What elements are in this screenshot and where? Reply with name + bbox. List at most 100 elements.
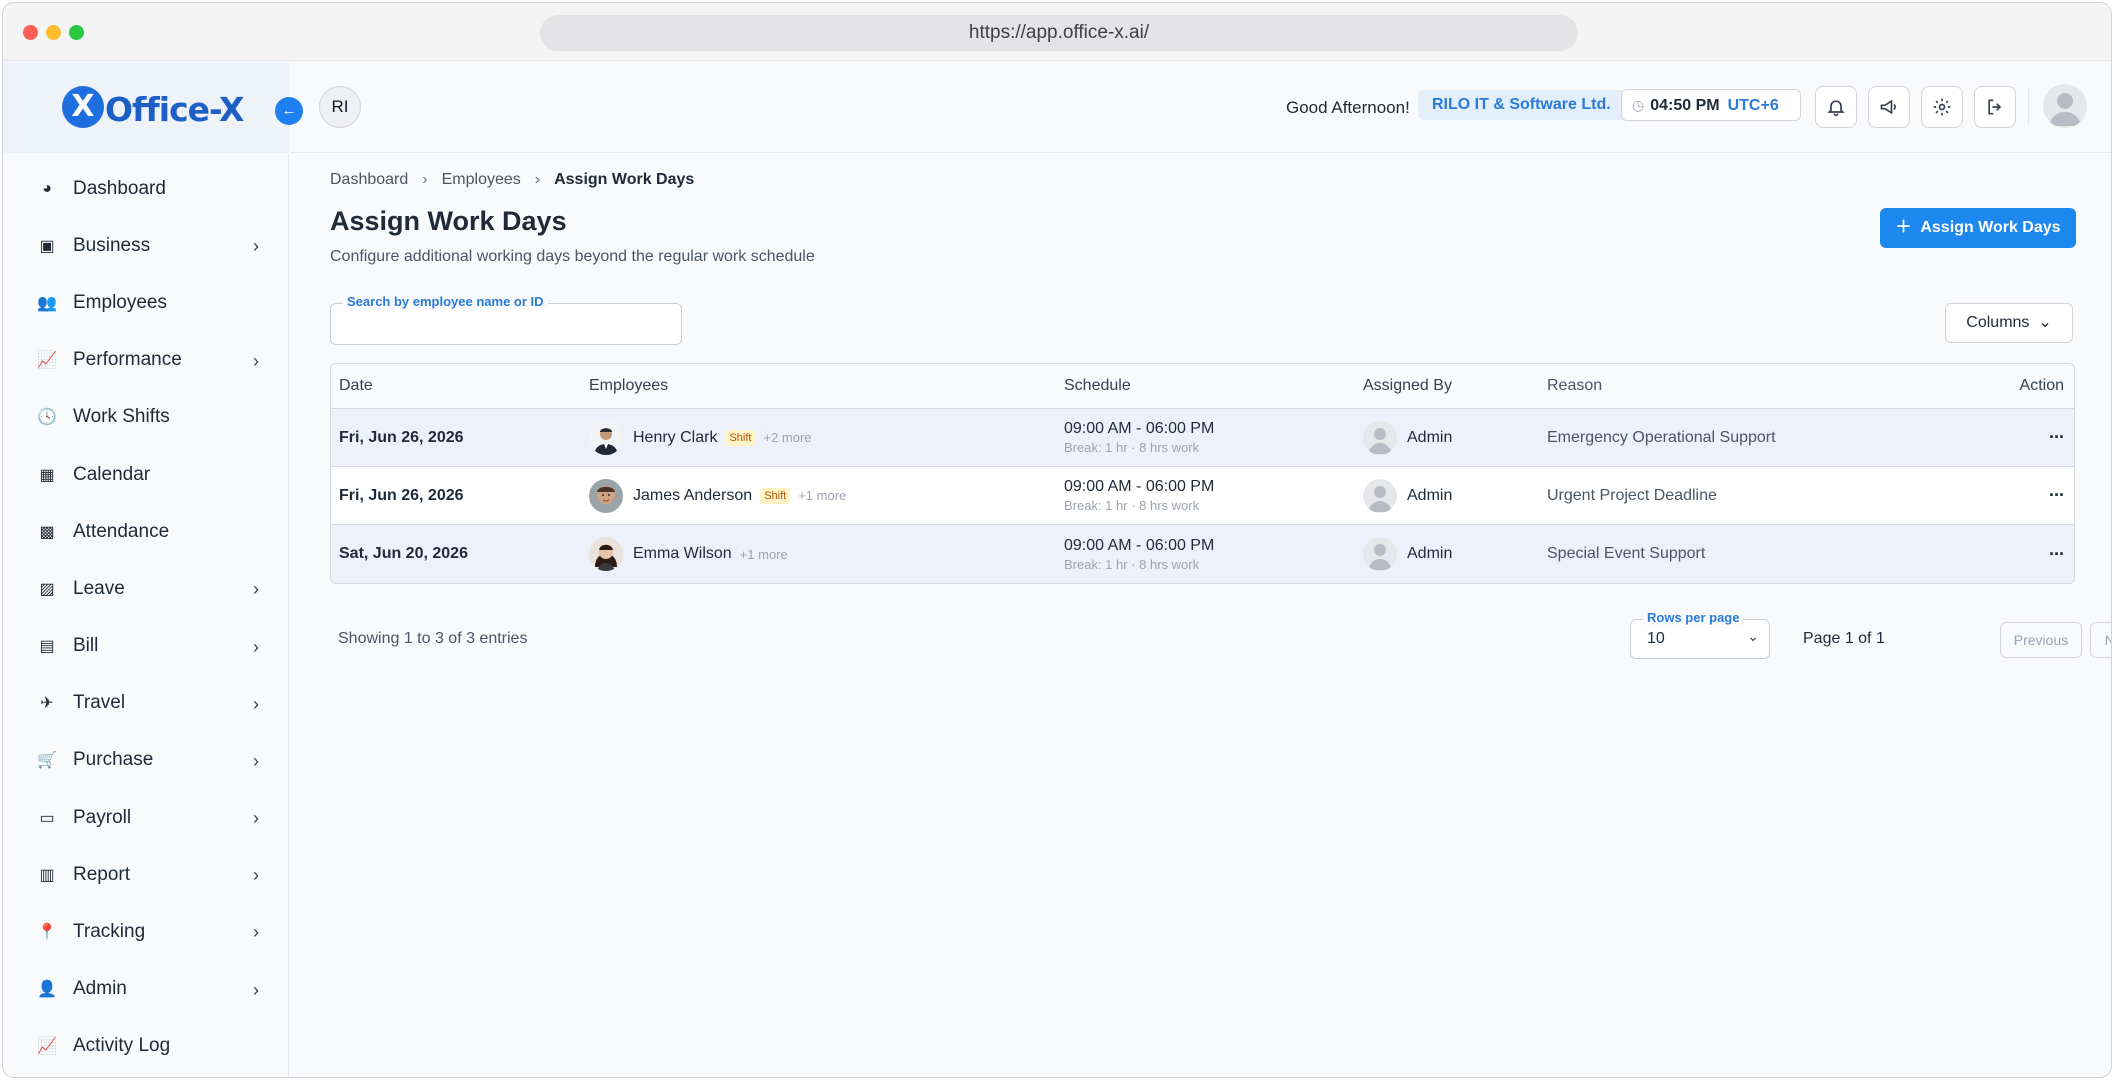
logout-icon	[1985, 96, 2005, 117]
sidebar-item-payroll[interactable]: ▭ Payroll ›	[3, 789, 289, 846]
table-row[interactable]: Fri, Jun 26, 2026 James Anderson Shift +1 m…	[331, 467, 2074, 525]
table-row[interactable]: Sat, Jun 20, 2026 Emma Wilson +1 more 09:00…	[331, 525, 2074, 583]
sidebar-item-label: Bill	[73, 635, 99, 657]
workspace-avatar[interactable]: RI	[319, 86, 361, 128]
sidebar-item-activity-log[interactable]: 📈 Activity Log	[3, 1018, 289, 1075]
greeting-text: Good Afternoon!	[1286, 98, 1410, 117]
employee-avatar	[589, 478, 623, 513]
sidebar-item-employees[interactable]: 👥 Employees	[3, 274, 289, 331]
employee-name[interactable]: Emma Wilson	[633, 545, 732, 563]
user-avatar[interactable]	[2043, 84, 2087, 128]
settings-button[interactable]	[1921, 86, 1963, 128]
employee-name[interactable]: James Anderson	[633, 487, 752, 505]
sidebar-item-label: Travel	[73, 692, 126, 714]
page-subtitle: Configure additional working days beyond…	[330, 248, 815, 265]
more-actions-icon[interactable]: ···	[2049, 544, 2065, 564]
sidebar-item-travel[interactable]: ✈ Travel ›	[3, 675, 289, 732]
users-icon: 👥	[37, 294, 57, 312]
sidebar-item-bill[interactable]: ▤ Bill ›	[3, 618, 289, 675]
sidebar: X Office-X ◕ Dashboard ▣ Business › 👥 Employee…	[3, 62, 289, 1077]
header-schedule[interactable]: Schedule	[1056, 377, 1355, 395]
search-input[interactable]	[343, 314, 663, 331]
browser-window: https://app.office-x.ai/ X Office-X ◕ Das…	[2, 2, 2112, 1078]
close-window-button[interactable]	[23, 25, 38, 40]
file-plus-icon: ▥	[39, 866, 55, 884]
logo-text: Office-X	[105, 90, 244, 129]
header-date[interactable]: Date	[331, 377, 581, 395]
sidebar-item-label: Activity Log	[73, 1035, 171, 1057]
sidebar-item-performance[interactable]: 📈 Performance ›	[3, 332, 289, 389]
briefcase-icon: ▣	[39, 237, 55, 255]
sidebar-item-calendar[interactable]: ▦ Calendar	[3, 446, 289, 503]
chart-line-icon: 📈	[37, 352, 57, 370]
previous-page-button[interactable]: Previous	[2000, 622, 2082, 658]
page-info: Page 1 of 1	[1803, 630, 1885, 647]
collapse-sidebar-button[interactable]: ←	[275, 97, 303, 125]
row-action: ···	[1989, 427, 2074, 448]
sidebar-item-purchase[interactable]: 🛒 Purchase ›	[3, 732, 289, 789]
address-bar[interactable]: https://app.office-x.ai/	[540, 15, 1578, 51]
sidebar-item-label: Calendar	[73, 463, 151, 485]
sidebar-item-admin[interactable]: 👤 Admin ›	[3, 961, 289, 1018]
announcements-button[interactable]	[1868, 86, 1910, 128]
more-employees[interactable]: +2 more	[763, 430, 811, 445]
chevron-right-icon: ›	[253, 693, 259, 714]
chevron-right-icon: ›	[422, 171, 428, 188]
calendar-icon: ▦	[39, 466, 55, 484]
search-label: Search by employee name or ID	[343, 294, 548, 309]
more-employees[interactable]: +1 more	[798, 488, 846, 503]
pin-icon: 📍	[37, 924, 57, 942]
header-reason[interactable]: Reason	[1539, 377, 1989, 395]
schedule-time: 09:00 AM - 06:00 PM	[1064, 536, 1215, 554]
employee-avatar	[589, 420, 623, 455]
table-row[interactable]: Fri, Jun 26, 2026 Henry Clark Shift +2 more…	[331, 409, 2074, 467]
cart-icon: 🛒	[37, 752, 57, 770]
page-title: Assign Work Days	[330, 206, 567, 236]
more-actions-icon[interactable]: ···	[2049, 427, 2065, 447]
shift-badge: Shift	[725, 429, 756, 446]
row-assigned-by: Admin	[1355, 420, 1539, 455]
minimize-window-button[interactable]	[46, 25, 61, 40]
next-page-button[interactable]: Next	[2090, 622, 2111, 658]
row-reason: Emergency Operational Support	[1547, 428, 1776, 446]
more-actions-icon[interactable]: ···	[2049, 485, 2065, 505]
calendar-check-icon: ▩	[39, 523, 55, 541]
chevron-right-icon: ›	[253, 236, 259, 257]
sidebar-item-tracking[interactable]: 📍 Tracking ›	[3, 903, 289, 960]
sidebar-item-work-shifts[interactable]: 🕓 Work Shifts	[3, 389, 289, 446]
sidebar-item-report[interactable]: ▥ Report ›	[3, 846, 289, 903]
row-date: Fri, Jun 26, 2026	[339, 486, 464, 504]
chevron-right-icon: ›	[534, 171, 541, 188]
current-time: 04:50 PM	[1650, 97, 1720, 114]
logout-button[interactable]	[1974, 86, 2016, 128]
sidebar-item-attendance[interactable]: ▩ Attendance	[3, 503, 289, 560]
sidebar-item-label: Admin	[73, 978, 127, 1000]
rows-per-page-select[interactable]: Rows per page 10 ⌄	[1630, 610, 1770, 659]
employee-name[interactable]: Henry Clark	[633, 429, 717, 447]
header-employees[interactable]: Employees	[581, 377, 1056, 395]
header-assigned-by[interactable]: Assigned By	[1355, 377, 1539, 395]
search-field[interactable]: Search by employee name or ID	[330, 294, 682, 345]
maximize-window-button[interactable]	[69, 25, 84, 40]
columns-button[interactable]: Columns ⌄	[1945, 303, 2073, 343]
breadcrumb-dashboard[interactable]: Dashboard	[330, 171, 408, 189]
plane-icon: ✈	[40, 695, 54, 713]
megaphone-icon	[1879, 96, 1899, 117]
chevron-right-icon: ›	[253, 350, 259, 371]
row-schedule: 09:00 AM - 06:00 PM Break: 1 hr · 8 hrs w…	[1056, 420, 1355, 455]
sidebar-item-dashboard[interactable]: ◕ Dashboard	[3, 160, 289, 217]
calendar-x-icon: ▨	[39, 580, 55, 598]
activity-icon: 📈	[37, 1038, 57, 1056]
schedule-details: Break: 1 hr · 8 hrs work	[1064, 498, 1200, 513]
schedule-time: 09:00 AM - 06:00 PM	[1064, 478, 1215, 495]
more-employees[interactable]: +1 more	[740, 547, 788, 562]
breadcrumb-employees[interactable]: Employees	[442, 171, 521, 189]
assign-work-days-button[interactable]: ＋ Assign Work Days	[1880, 208, 2076, 248]
sidebar-item-business[interactable]: ▣ Business ›	[3, 217, 289, 274]
sidebar-nav: ◕ Dashboard ▣ Business › 👥 Employees 📈 Performan…	[3, 160, 289, 1075]
notifications-button[interactable]	[1815, 86, 1857, 128]
chevron-down-icon: ⌄	[1747, 628, 1759, 644]
row-assigned-by: Admin	[1355, 537, 1539, 571]
company-badge: RILO IT & Software Ltd.	[1418, 90, 1625, 120]
sidebar-item-leave[interactable]: ▨ Leave ›	[3, 560, 289, 617]
